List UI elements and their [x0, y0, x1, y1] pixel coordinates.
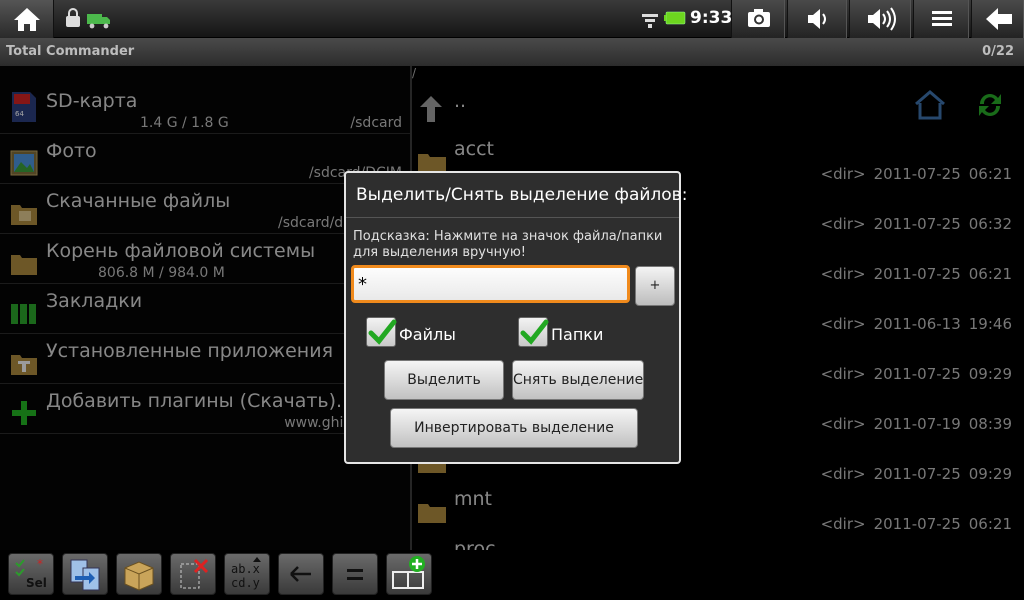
- volume-up-button[interactable]: [849, 0, 911, 38]
- bottom-toolbar: * Sel ab.x cd.y: [0, 550, 1024, 600]
- add-button[interactable]: [386, 553, 432, 595]
- truck-icon: [87, 14, 110, 29]
- checkmark-icon: [520, 319, 549, 345]
- add-button-icon: [392, 556, 425, 589]
- back-button[interactable]: [971, 0, 1024, 38]
- files-checkbox[interactable]: [366, 317, 397, 347]
- back-icon: [986, 8, 1012, 30]
- folders-checkbox[interactable]: [518, 317, 549, 347]
- clock: 9:33: [690, 8, 733, 28]
- select-button[interactable]: Выделить: [384, 360, 504, 400]
- sort-button[interactable]: ab.x cd.y: [224, 553, 270, 595]
- app-title: Total Commander: [6, 44, 135, 59]
- equal-icon: [347, 569, 363, 580]
- dialog-hint: Подсказка: Нажмите на значок файла/папки…: [353, 229, 663, 260]
- checkmark-icon: [368, 319, 397, 345]
- select-files-dialog: Выделить/Снять выделение файлов: Подсказ…: [344, 171, 687, 464]
- pack-button[interactable]: [116, 553, 162, 595]
- screenshot-button[interactable]: [731, 0, 785, 38]
- copy-button[interactable]: [62, 553, 108, 595]
- files-label: Файлы: [399, 325, 456, 344]
- copy-icon: [70, 559, 100, 591]
- menu-icon: [932, 11, 952, 26]
- volume-down-button[interactable]: [787, 0, 847, 38]
- volume-up-icon: [868, 7, 896, 31]
- arrow-left-button[interactable]: [278, 553, 324, 595]
- delete-icon: [180, 558, 209, 589]
- sort-icon: ab.x cd.y: [231, 557, 261, 590]
- lock-icon: [66, 8, 80, 27]
- folders-label: Папки: [551, 325, 604, 344]
- deselect-button[interactable]: Снять выделение: [512, 360, 644, 400]
- mask-input[interactable]: [351, 265, 630, 303]
- select-icon: * Sel: [15, 557, 47, 590]
- invert-selection-button[interactable]: Инвертировать выделение: [390, 408, 638, 448]
- svg-text:Sel: Sel: [26, 576, 47, 590]
- delete-button[interactable]: [170, 553, 216, 595]
- menu-button[interactable]: [913, 0, 969, 38]
- volume-down-icon: [808, 9, 826, 29]
- selection-count: 0/22: [982, 44, 1014, 59]
- home-icon: [14, 8, 40, 31]
- compare-button[interactable]: [332, 553, 378, 595]
- wifi-icon: [642, 14, 658, 28]
- select-button[interactable]: * Sel: [8, 553, 54, 595]
- camera-icon: [748, 9, 770, 27]
- title-bar: Total Commander 0/22: [0, 38, 1024, 66]
- mask-history-button[interactable]: +: [635, 266, 675, 306]
- pack-icon: [124, 561, 154, 591]
- svg-text:*: *: [37, 557, 43, 571]
- status-bar: 9:33: [0, 0, 1024, 38]
- battery-icon: [664, 11, 686, 25]
- dialog-divider: [346, 217, 679, 218]
- home-button[interactable]: [0, 0, 54, 38]
- arrow-left-icon: [290, 566, 311, 582]
- svg-text:cd.y: cd.y: [231, 576, 260, 590]
- dialog-title: Выделить/Снять выделение файлов:: [356, 185, 688, 205]
- svg-text:ab.x: ab.x: [231, 562, 260, 576]
